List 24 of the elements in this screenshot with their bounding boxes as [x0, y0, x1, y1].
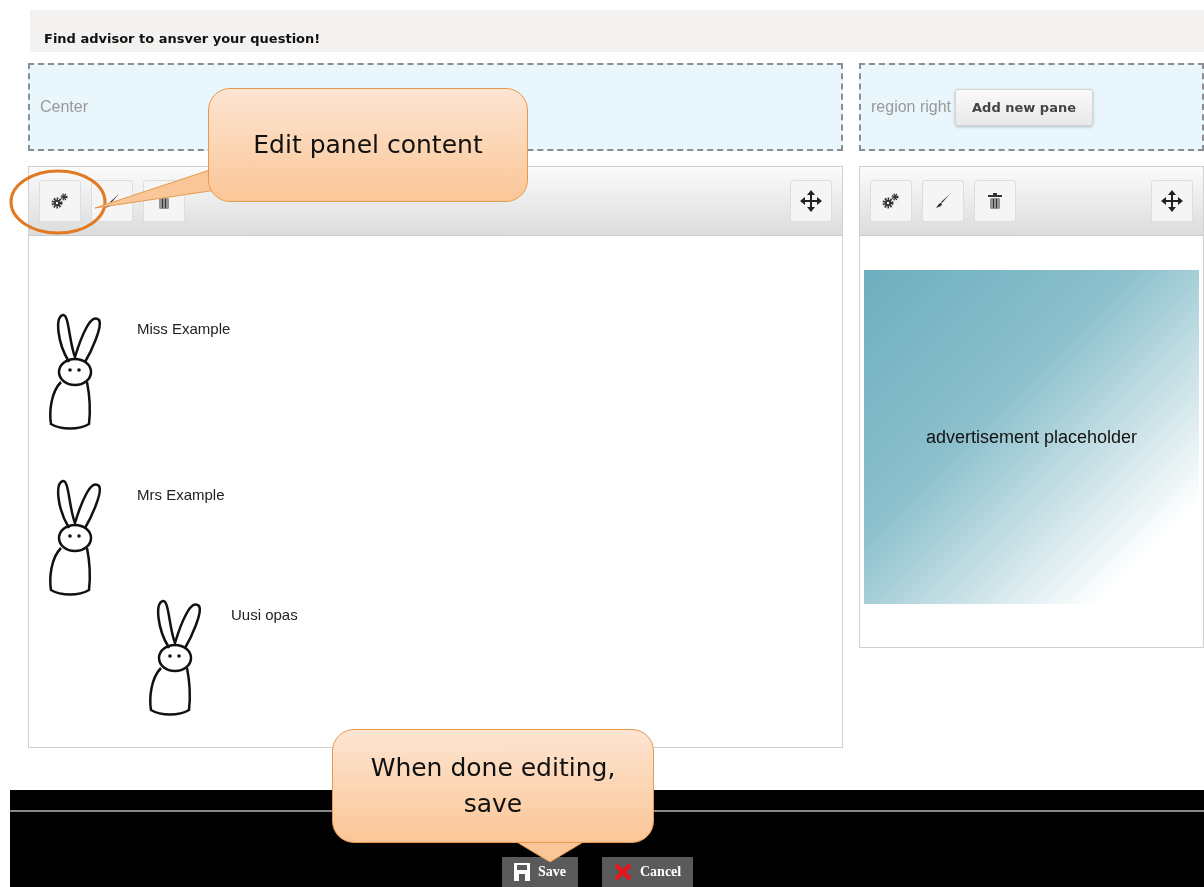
move-button[interactable] — [790, 180, 832, 222]
callout-bubble: When done editing, save — [332, 729, 654, 843]
advisor-name: Uusi opas — [231, 606, 298, 623]
gears-icon — [51, 193, 69, 209]
move-icon — [798, 188, 824, 214]
trash-icon — [988, 193, 1002, 209]
add-pane-button[interactable]: Add new pane — [955, 88, 1093, 126]
region-label: Center — [40, 98, 89, 116]
cancel-icon — [614, 863, 632, 881]
settings-button[interactable] — [870, 180, 912, 222]
page-title: Find advisor to ansver your question! — [44, 31, 321, 46]
settings-button[interactable] — [39, 180, 81, 222]
save-button[interactable]: Save — [502, 857, 578, 887]
region-label: region right — [871, 98, 952, 116]
gears-icon — [882, 193, 900, 209]
advisor-name: Mrs Example — [137, 486, 225, 503]
delete-button[interactable] — [974, 180, 1016, 222]
callout-bubble: Edit panel content — [208, 88, 528, 202]
move-button[interactable] — [1151, 180, 1193, 222]
advisor-name: Miss Example — [137, 320, 231, 337]
move-icon — [1159, 188, 1185, 214]
advertisement-text: advertisement placeholder — [925, 426, 1138, 448]
cancel-button[interactable]: Cancel — [602, 857, 694, 887]
brush-icon — [935, 193, 951, 209]
